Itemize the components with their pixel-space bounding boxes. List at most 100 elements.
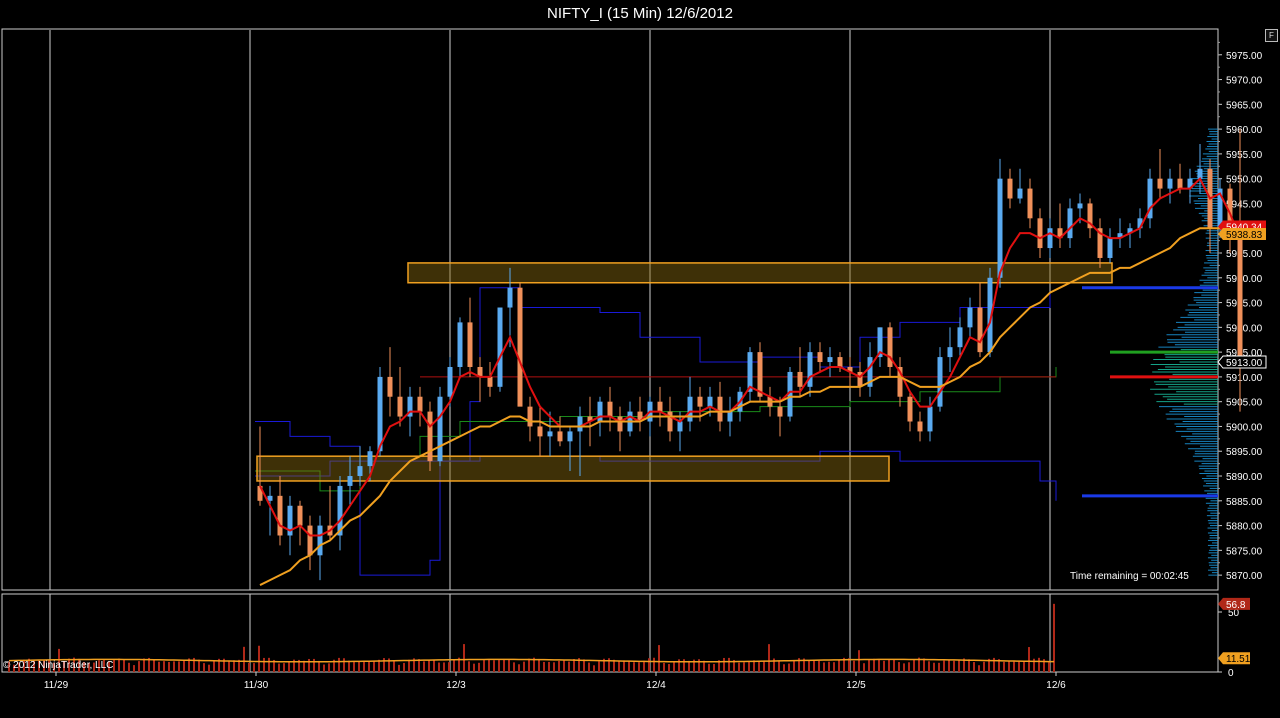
- volume-bar: [708, 663, 710, 672]
- support-resistance-zone: [407, 262, 1113, 284]
- volume-bar: [553, 662, 555, 672]
- volume-bar: [308, 658, 310, 672]
- volume-bar: [143, 658, 145, 672]
- candle-body: [1007, 178, 1013, 199]
- volume-bar: [853, 660, 855, 672]
- candle-body: [357, 466, 363, 477]
- y-tick-label: 5930.00: [1226, 274, 1263, 285]
- volume-bar: [448, 662, 450, 672]
- volume-bar: [788, 663, 790, 672]
- volume-bar: [393, 660, 395, 672]
- volume-bar: [663, 662, 665, 672]
- price-tag-label: 5913.00: [1226, 358, 1263, 369]
- volume-bar: [823, 662, 825, 672]
- volume-bar: [168, 661, 170, 672]
- candle-body: [517, 287, 523, 407]
- volume-bar: [573, 658, 575, 672]
- volume-bar: [438, 662, 440, 672]
- volume-bar: [748, 661, 750, 672]
- volume-bar: [958, 659, 960, 672]
- volume-bar: [488, 659, 490, 672]
- volume-bar: [348, 660, 350, 672]
- volume-bar: [513, 662, 515, 672]
- y-tick-label: 5875.00: [1226, 546, 1263, 557]
- x-tick-label: 11/30: [244, 680, 269, 691]
- volume-bar: [163, 661, 165, 672]
- volume-bar: [1028, 647, 1030, 672]
- candle-body: [677, 421, 683, 432]
- volume-bar: [403, 662, 405, 672]
- candle-body: [1037, 218, 1043, 249]
- volume-y-tick-label: 0: [1228, 668, 1234, 679]
- candle-body: [307, 525, 313, 556]
- candle-body: [837, 357, 843, 367]
- volume-bar: [493, 660, 495, 672]
- volume-bar: [173, 661, 175, 672]
- volume-bar: [138, 661, 140, 672]
- volume-bar: [838, 659, 840, 672]
- volume-bar: [473, 663, 475, 672]
- copyright-text: © 2012 NinjaTrader, LLC: [3, 660, 114, 671]
- volume-bar: [1048, 662, 1050, 672]
- volume-bar: [153, 659, 155, 672]
- volume-bar: [253, 663, 255, 672]
- volume-bar: [893, 659, 895, 672]
- price-chart[interactable]: 11/29 11/30 12/3 12/4 12/5 12/6 5975.00 5970.00…: [0, 0, 1280, 718]
- volume-bar: [868, 660, 870, 672]
- volume-bar: [783, 664, 785, 672]
- x-tick-label: 12/4: [646, 680, 666, 691]
- volume-bar: [643, 660, 645, 672]
- volume-bar: [668, 663, 670, 672]
- volume-bar: [858, 650, 860, 672]
- volume-tag-label: 56.8: [1226, 600, 1246, 611]
- y-tick-label: 5905.00: [1226, 398, 1263, 409]
- volume-bar: [523, 661, 525, 672]
- candle-body: [437, 396, 443, 462]
- candle-body: [817, 352, 823, 363]
- y-tick-label: 5960.00: [1226, 125, 1263, 136]
- candle-body: [947, 347, 953, 358]
- candle-body: [387, 376, 393, 397]
- candle-body: [927, 406, 933, 432]
- volume-bar: [738, 662, 740, 672]
- volume-bar: [313, 658, 315, 672]
- volume-bar: [288, 661, 290, 672]
- volume-bar: [178, 661, 180, 672]
- time-remaining-text: Time remaining = 00:02:45: [1070, 571, 1189, 582]
- y-tick-label: 5900.00: [1226, 422, 1263, 433]
- candle-body: [697, 396, 703, 407]
- y-tick-label: 5890.00: [1226, 472, 1263, 483]
- volume-bar: [813, 660, 815, 672]
- volume-bar: [818, 660, 820, 672]
- candle-body: [537, 426, 543, 437]
- y-tick-label: 5870.00: [1226, 571, 1263, 582]
- candle-body: [827, 357, 833, 363]
- volume-bar: [423, 661, 425, 672]
- volume-bar: [648, 658, 650, 672]
- candle-body: [567, 431, 573, 442]
- candle-body: [707, 396, 713, 407]
- candle-body: [1027, 188, 1033, 219]
- volume-bar: [628, 661, 630, 672]
- volume-bar: [953, 660, 955, 672]
- candle-body: [937, 357, 943, 407]
- volume-bar: [583, 659, 585, 672]
- candle-body: [487, 376, 493, 387]
- volume-bar: [1013, 661, 1015, 672]
- volume-bar: [463, 644, 465, 672]
- y-tick-label: 5925.00: [1226, 299, 1263, 310]
- volume-bar: [268, 657, 270, 672]
- y-tick-label: 5975.00: [1226, 51, 1263, 62]
- volume-bar: [978, 665, 980, 672]
- candle-body: [527, 406, 533, 427]
- volume-bar: [133, 665, 135, 672]
- candle-body: [657, 401, 663, 412]
- volume-bar: [408, 659, 410, 672]
- volume-bar: [248, 662, 250, 672]
- volume-bar: [653, 657, 655, 672]
- volume-bar: [728, 657, 730, 672]
- candle-body: [297, 505, 303, 526]
- volume-bar: [833, 662, 835, 672]
- volume-bar: [723, 657, 725, 672]
- candle-body: [507, 287, 513, 308]
